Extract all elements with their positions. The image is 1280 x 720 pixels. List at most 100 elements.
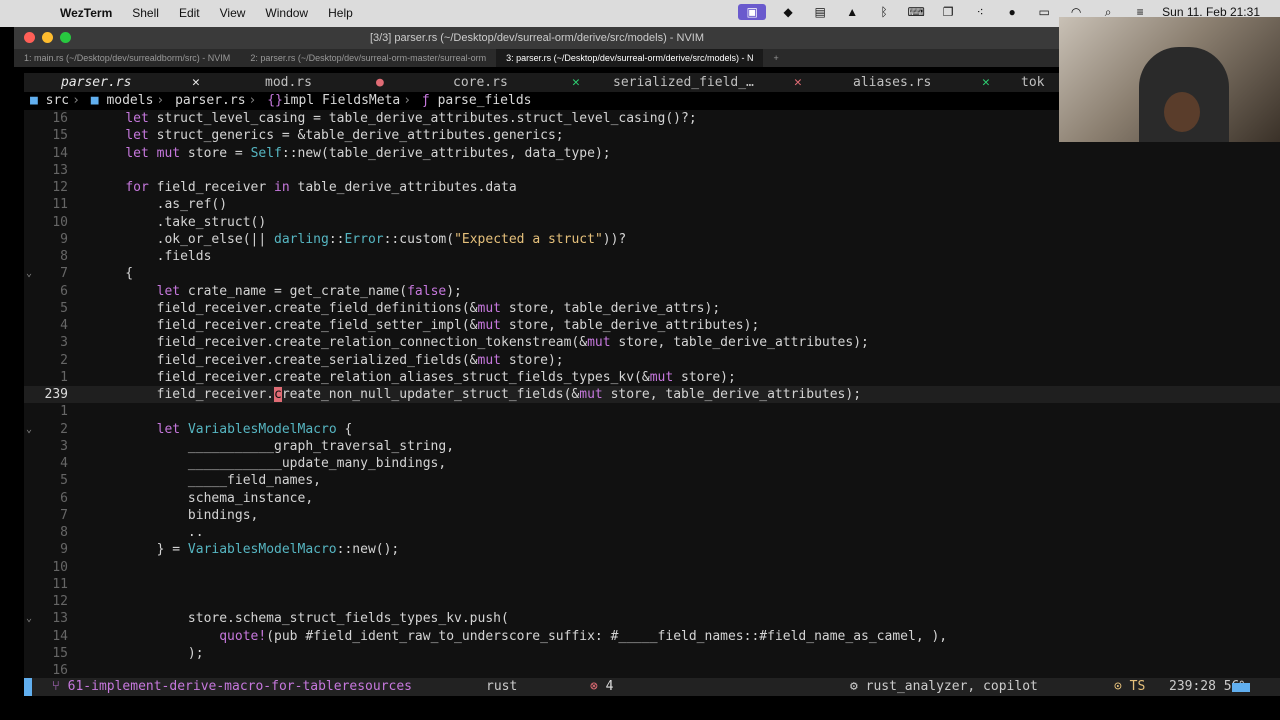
line-number[interactable]: 11 xyxy=(28,196,68,213)
code-line[interactable]: 3 field_receiver.create_relation_connect… xyxy=(24,334,1280,351)
close-window-button[interactable] xyxy=(24,32,35,43)
line-number[interactable]: 239 xyxy=(28,386,68,403)
code-line[interactable]: 16 xyxy=(24,662,1280,678)
code-line[interactable]: 3 ___________graph_traversal_string, xyxy=(24,438,1280,455)
new-tab-button[interactable]: + xyxy=(763,49,788,67)
buffer-tab-core[interactable]: core.rs ✕ xyxy=(450,75,580,90)
keyboard-icon[interactable]: ⌨ xyxy=(906,4,926,20)
code-editor[interactable]: 16 let struct_level_casing = table_deriv… xyxy=(24,110,1280,678)
code-line[interactable]: 6 schema_instance, xyxy=(24,490,1280,507)
app-icon[interactable]: ◆ xyxy=(778,4,798,20)
line-number[interactable]: 12 xyxy=(28,593,68,610)
line-number[interactable]: 8 xyxy=(28,248,68,265)
line-number[interactable]: 8 xyxy=(28,524,68,541)
zoom-window-button[interactable] xyxy=(60,32,71,43)
breadcrumb-dir-models[interactable]: models xyxy=(106,93,153,108)
fold-chevron-icon[interactable]: ⌄ xyxy=(26,265,32,282)
code-line[interactable]: 239 field_receiver.create_non_null_updat… xyxy=(24,386,1280,403)
code-line[interactable]: 9 } = VariablesModelMacro::new(); xyxy=(24,541,1280,558)
line-number[interactable]: 15 xyxy=(28,645,68,662)
line-number[interactable]: 1 xyxy=(28,403,68,420)
line-number[interactable]: 15 xyxy=(28,127,68,144)
code-line[interactable]: 7 bindings, xyxy=(24,507,1280,524)
dots-icon[interactable]: ⁖ xyxy=(970,4,990,20)
menu-app[interactable]: WezTerm xyxy=(60,6,112,20)
close-icon[interactable]: ✕ xyxy=(572,75,580,90)
hat-icon[interactable]: ▲ xyxy=(842,4,862,20)
code-line[interactable]: 2 ⌄ let VariablesModelMacro { xyxy=(24,421,1280,438)
buffer-tab-tok[interactable]: tok xyxy=(1018,75,1044,90)
code-line[interactable]: 4 field_receiver.create_field_setter_imp… xyxy=(24,317,1280,334)
menu-window[interactable]: Window xyxy=(265,6,308,20)
line-number[interactable]: 1 xyxy=(28,369,68,386)
line-number[interactable]: 5 xyxy=(28,472,68,489)
git-branch[interactable]: ⑂ 61-implement-derive-macro-for-tableres… xyxy=(52,679,412,694)
line-number[interactable]: 3 xyxy=(28,334,68,351)
code-line[interactable]: 5 field_receiver.create_field_definition… xyxy=(24,300,1280,317)
code-line[interactable]: 13 ⌄ store.schema_struct_fields_types_kv.… xyxy=(24,610,1280,627)
close-icon[interactable]: ✕ xyxy=(192,75,200,90)
menu-edit[interactable]: Edit xyxy=(179,6,200,20)
code-line[interactable]: 12 for field_receiver in table_derive_at… xyxy=(24,179,1280,196)
code-line[interactable]: 6 let crate_name = get_crate_name(false)… xyxy=(24,283,1280,300)
line-number[interactable]: 9 xyxy=(28,541,68,558)
line-number[interactable]: 7 xyxy=(28,265,68,282)
code-line[interactable]: 1 xyxy=(24,403,1280,420)
modified-dot-icon[interactable]: ● xyxy=(376,75,384,90)
line-number[interactable]: 4 xyxy=(28,317,68,334)
line-number[interactable]: 12 xyxy=(28,179,68,196)
code-line[interactable]: 2 field_receiver.create_serialized_field… xyxy=(24,352,1280,369)
fold-chevron-icon[interactable]: ⌄ xyxy=(26,421,32,438)
lsp-clients[interactable]: ⚙ rust_analyzer, copilot xyxy=(850,679,1038,694)
code-line[interactable]: 14 let mut store = Self::new(table_deriv… xyxy=(24,145,1280,162)
breadcrumb-file[interactable]: parser.rs xyxy=(175,93,245,108)
menu-help[interactable]: Help xyxy=(328,6,353,20)
line-number[interactable]: 16 xyxy=(28,662,68,678)
line-number[interactable]: 9 xyxy=(28,231,68,248)
minimize-window-button[interactable] xyxy=(42,32,53,43)
terminal-tab-3[interactable]: 3: parser.rs (~/Desktop/dev/surreal-orm/… xyxy=(496,49,764,67)
code-line[interactable]: 9 .ok_or_else(|| darling::Error::custom(… xyxy=(24,231,1280,248)
code-line[interactable]: 15 ); xyxy=(24,645,1280,662)
buffer-tab-parser[interactable]: parser.rs ✕ xyxy=(58,75,200,90)
line-number[interactable]: 11 xyxy=(28,576,68,593)
user-icon[interactable]: ● xyxy=(1002,4,1022,20)
line-number[interactable]: 13 xyxy=(28,610,68,627)
menu-shell[interactable]: Shell xyxy=(132,6,159,20)
code-line[interactable]: 14 quote!(pub #field_ident_raw_to_unders… xyxy=(24,628,1280,645)
line-number[interactable]: 13 xyxy=(28,162,68,179)
code-line[interactable]: 8 .fields xyxy=(24,248,1280,265)
filetype[interactable]: rust xyxy=(486,679,517,694)
buffer-tab-mod[interactable]: mod.rs ● xyxy=(262,75,384,90)
box-icon[interactable]: ▤ xyxy=(810,4,830,20)
screen-record-icon[interactable]: ▣ xyxy=(738,4,767,20)
code-line[interactable]: 11 .as_ref() xyxy=(24,196,1280,213)
code-line[interactable]: 7 ⌄ { xyxy=(24,265,1280,282)
breadcrumb-dir-src[interactable]: src xyxy=(46,93,69,108)
terminal-tab-1[interactable]: 1: main.rs (~/Desktop/dev/surrealdborm/s… xyxy=(14,49,240,67)
buffer-tab-serialized[interactable]: serialized_field_… ✕ xyxy=(610,75,802,90)
line-number[interactable]: 10 xyxy=(28,214,68,231)
code-line[interactable]: 13 xyxy=(24,162,1280,179)
line-number[interactable]: 2 xyxy=(28,421,68,438)
line-number[interactable]: 6 xyxy=(28,490,68,507)
line-number[interactable]: 4 xyxy=(28,455,68,472)
line-number[interactable]: 2 xyxy=(28,352,68,369)
code-line[interactable]: 10 xyxy=(24,559,1280,576)
line-number[interactable]: 16 xyxy=(28,110,68,127)
menu-view[interactable]: View xyxy=(220,6,246,20)
code-line[interactable]: 11 xyxy=(24,576,1280,593)
line-number[interactable]: 7 xyxy=(28,507,68,524)
line-number[interactable]: 14 xyxy=(28,145,68,162)
code-line[interactable]: 5 _____field_names, xyxy=(24,472,1280,489)
breadcrumb-impl[interactable]: impl FieldsMeta xyxy=(283,93,400,108)
close-icon[interactable]: ✕ xyxy=(982,75,990,90)
terminal-tab-2[interactable]: 2: parser.rs (~/Desktop/dev/surreal-orm-… xyxy=(240,49,496,67)
code-line[interactable]: 4 ____________update_many_bindings, xyxy=(24,455,1280,472)
code-line[interactable]: 12 xyxy=(24,593,1280,610)
code-line[interactable]: 8 .. xyxy=(24,524,1280,541)
line-number[interactable]: 10 xyxy=(28,559,68,576)
bluetooth-icon[interactable]: ᛒ xyxy=(874,4,894,20)
breadcrumb-fn[interactable]: parse_fields xyxy=(438,93,532,108)
buffer-tab-aliases[interactable]: aliases.rs ✕ xyxy=(850,75,990,90)
